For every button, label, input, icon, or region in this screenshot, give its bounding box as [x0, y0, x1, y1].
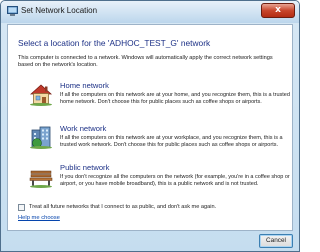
work-network-option[interactable]: Work network If all the computers on thi… [12, 124, 290, 164]
work-network-title: Work network [60, 124, 107, 133]
close-button[interactable]: x [261, 3, 295, 18]
home-network-description: If all the computers on this network are… [60, 92, 290, 106]
help-me-choose-link[interactable]: Help me choose [18, 215, 60, 221]
treat-as-public-checkbox[interactable] [18, 204, 25, 211]
treat-as-public-row[interactable]: Treat all future networks that I connect… [18, 203, 216, 212]
treat-as-public-label[interactable]: Treat all future networks that I connect… [29, 203, 216, 212]
work-network-description: If all the computers on this network are… [60, 135, 283, 149]
public-network-description: If you don't recognize all the computers… [60, 174, 290, 188]
network-icon [7, 6, 18, 16]
dialog-heading: Select a location for the 'ADHOC_TEST_G'… [18, 38, 211, 48]
public-network-option[interactable]: Public network If you don't recognize al… [12, 163, 290, 203]
office-building-icon [30, 126, 52, 149]
dialog-content: Select a location for the 'ADHOC_TEST_G'… [7, 24, 293, 231]
house-icon [29, 84, 53, 106]
park-bench-icon [29, 170, 53, 188]
title-bar[interactable]: Set Network Location x [1, 1, 299, 23]
home-network-title: Home network [60, 81, 109, 90]
public-network-title: Public network [60, 163, 110, 172]
intro-text: This computer is connected to a network.… [18, 55, 273, 69]
cancel-button[interactable]: Cancel [259, 234, 293, 248]
window-title: Set Network Location [21, 6, 98, 15]
home-network-option[interactable]: Home network If all the computers on thi… [12, 81, 290, 121]
set-network-location-dialog: Set Network Location x Select a location… [0, 0, 300, 252]
